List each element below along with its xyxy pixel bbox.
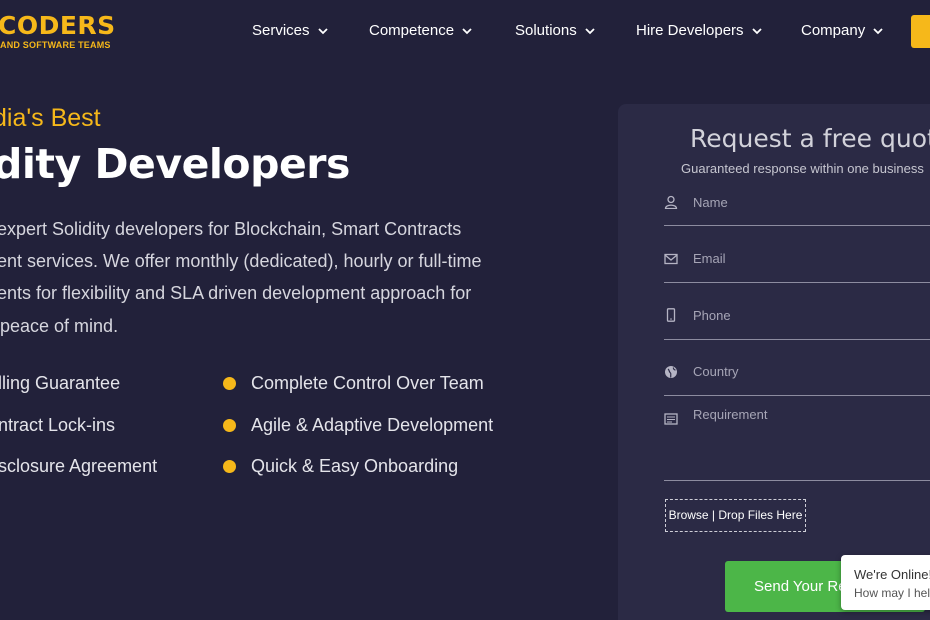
user-icon [664, 195, 678, 209]
file-upload-button[interactable]: Browse | Drop Files Here [665, 499, 806, 532]
chevron-down-icon [585, 27, 595, 34]
name-placeholder: Name [693, 195, 728, 210]
feature-item: Agile & Adaptive Development [223, 415, 493, 436]
bullet-dot-icon [223, 460, 236, 473]
chevron-down-icon [751, 27, 762, 34]
envelope-icon [664, 253, 678, 265]
phone-field[interactable]: Phone [664, 301, 930, 340]
feature-item: Complete Control Over Team [223, 373, 484, 394]
feature-label: Complete Control Over Team [251, 373, 484, 393]
chat-prompt: How may I hel [854, 586, 930, 600]
feature-item: lling Guarantee [0, 373, 120, 394]
nav-item-services[interactable]: Services [252, 22, 328, 39]
nav-item-label: Services [252, 22, 310, 39]
description-line: ent services. We offer monthly (dedicate… [0, 251, 482, 271]
chevron-down-icon [462, 27, 472, 34]
nav-item-competence[interactable]: Competence [369, 22, 472, 39]
feature-item: sclosure Agreement [0, 456, 157, 477]
email-placeholder: Email [693, 251, 726, 266]
hero-eyebrow: dia's Best [0, 104, 101, 132]
requirement-placeholder: Requirement [693, 407, 768, 422]
chat-widget[interactable]: We're Online! How may I hel [841, 555, 930, 610]
bullet-dot-icon [223, 419, 236, 432]
phone-icon [666, 308, 676, 322]
logo-tagline: AND SOFTWARE TEAMS [0, 40, 111, 50]
nav-item-label: Solutions [515, 22, 577, 39]
description-line: expert Solidity developers for Blockchai… [0, 219, 462, 239]
description-line: ents for flexibility and SLA driven deve… [0, 283, 472, 303]
nav-item-hire-developers[interactable]: Hire Developers [636, 22, 762, 39]
bullet-dot-icon [223, 377, 236, 390]
chevron-down-icon [873, 27, 883, 34]
form-title: Request a free quot [690, 124, 930, 153]
header-cta-button[interactable] [911, 15, 930, 48]
feature-label: Quick & Easy Onboarding [251, 456, 459, 476]
hero-headline: dity Developers [0, 140, 350, 188]
nav-item-label: Company [801, 22, 866, 39]
feature-label: ntract Lock-ins [0, 415, 116, 435]
feature-label: sclosure Agreement [0, 456, 158, 476]
nav-item-label: Hire Developers [636, 22, 744, 39]
phone-placeholder: Phone [693, 308, 731, 323]
form-subtitle: Guaranteed response within one business [681, 161, 924, 176]
country-field[interactable]: Country [664, 358, 930, 396]
feature-label: lling Guarantee [0, 373, 121, 393]
document-icon [664, 413, 678, 425]
name-field[interactable]: Name [664, 188, 930, 226]
nav-item-company[interactable]: Company [801, 22, 883, 39]
feature-label: Agile & Adaptive Development [251, 415, 494, 435]
globe-icon [665, 366, 677, 378]
email-field[interactable]: Email [664, 244, 930, 283]
nav-item-label: Competence [369, 22, 455, 39]
description-line: peace of mind. [0, 316, 119, 336]
requirement-field[interactable]: Requirement [664, 400, 930, 481]
chevron-down-icon [317, 27, 328, 34]
logo-wordmark: CODERS [0, 11, 116, 40]
feature-item: Quick & Easy Onboarding [223, 456, 458, 477]
nav-item-solutions[interactable]: Solutions [515, 22, 595, 39]
chat-status: We're Online! [854, 567, 930, 582]
feature-item: ntract Lock-ins [0, 415, 115, 436]
country-placeholder: Country [693, 364, 739, 379]
